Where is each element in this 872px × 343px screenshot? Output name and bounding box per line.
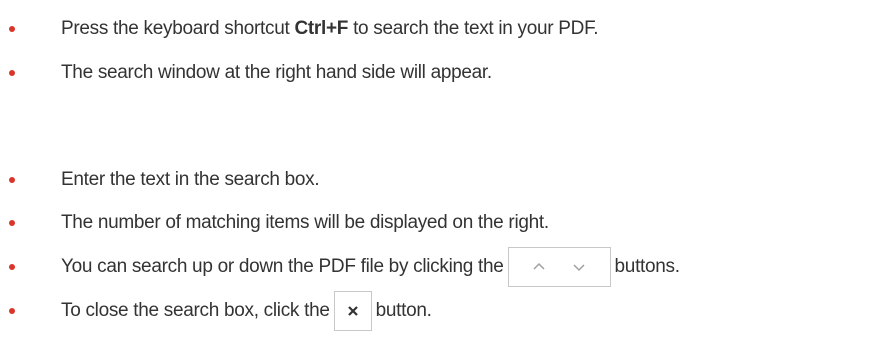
bullet-icon [9,26,15,32]
list-item-text-after: to search the text in your PDF. [353,18,599,39]
list-item-text: The search window at the right hand side… [61,62,492,83]
bullet-icon [9,308,15,314]
close-icon [346,304,360,318]
list-item-text: Enter the text in the search box. [61,169,320,190]
list-item-text-before: You can search up or down the PDF file b… [61,256,504,277]
bullet-icon [9,70,15,76]
list-item-text-before: Press the keyboard shortcut [61,18,290,39]
chevron-down-icon [572,260,586,274]
list-item-text-after: buttons. [614,256,681,277]
bullet-icon [9,220,15,226]
bullet-icon [9,264,15,270]
list-item-text-before: To close the search box, click the [61,300,330,321]
list-item-text: Press the keyboard shortcut Ctrl+F to se… [61,14,599,44]
list-item-text: The number of matching items will be dis… [61,212,549,233]
search-nav-buttons-image [507,247,611,287]
list-item-text: To close the search box, click the butto… [61,291,432,331]
instruction-list: Press the keyboard shortcut Ctrl+F to se… [0,0,872,343]
list-item-text-after: button. [375,300,432,321]
keyboard-shortcut: Ctrl+F [294,18,349,39]
bullet-icon [9,177,15,183]
close-button-image [333,291,372,331]
chevron-up-icon [532,260,546,274]
list-item-text: You can search up or down the PDF file b… [61,247,681,287]
